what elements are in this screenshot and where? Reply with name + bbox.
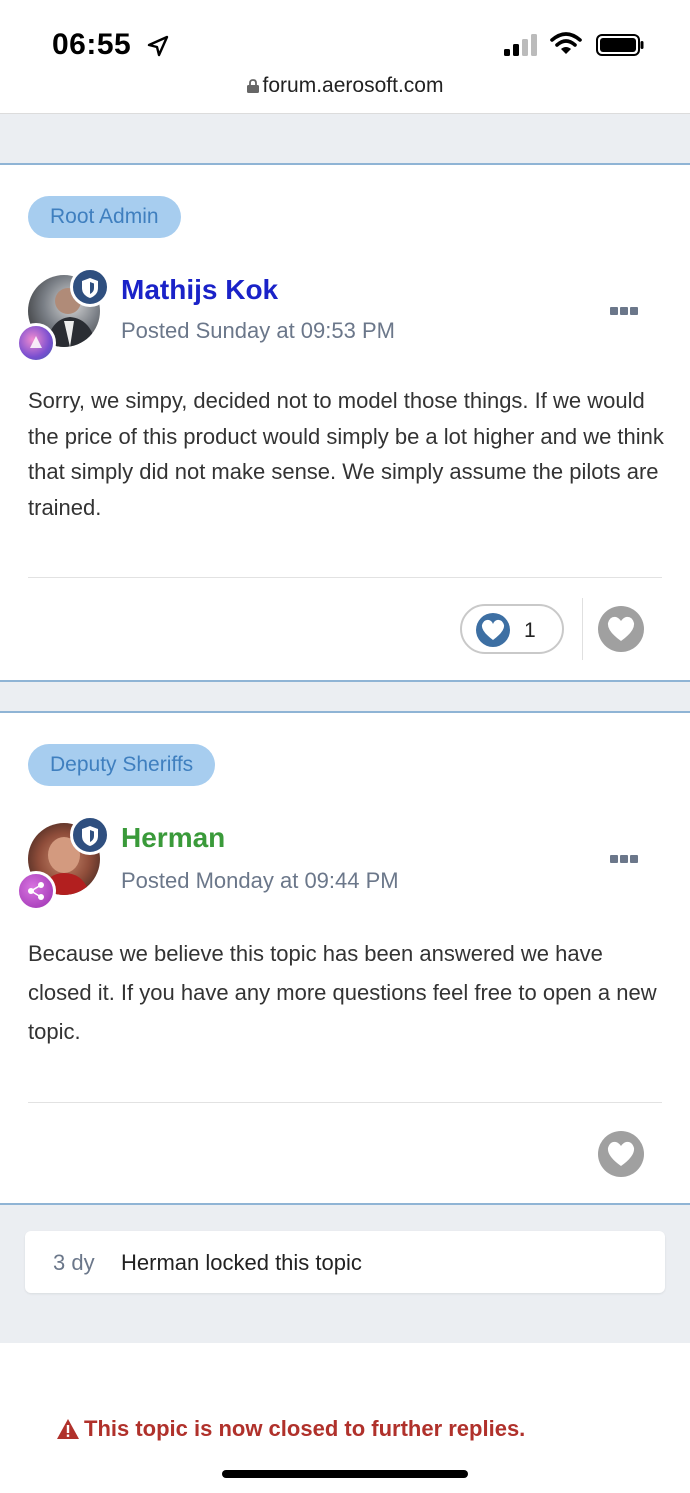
reaction-count: 1 <box>524 619 536 642</box>
post-body: Because we believe this topic has been a… <box>28 941 657 1044</box>
author-name[interactable]: Herman <box>121 822 225 854</box>
closed-notice: This topic is now closed to further repl… <box>56 1416 525 1442</box>
post: Deputy Sheriffs Herman Posted Monday at … <box>0 711 690 1205</box>
author-name[interactable]: Mathijs Kok <box>121 274 278 306</box>
url-text: forum.aerosoft.com <box>262 74 444 97</box>
post-date[interactable]: Posted Monday at 09:44 PM <box>121 868 399 894</box>
rank-icon <box>16 323 56 363</box>
activity-time[interactable]: 3 dy <box>53 1250 95 1276</box>
shield-icon <box>70 815 110 855</box>
lock-icon <box>246 79 259 93</box>
warning-icon <box>57 1419 79 1439</box>
battery-icon <box>596 34 644 56</box>
home-indicator[interactable] <box>222 1470 468 1478</box>
role-badge: Deputy Sheriffs <box>28 744 216 786</box>
heart-icon[interactable] <box>598 1131 644 1177</box>
divider <box>582 598 583 660</box>
activity-item: 3 dy Herman locked this topic <box>25 1231 665 1293</box>
heart-icon[interactable] <box>598 606 644 652</box>
location-arrow-icon <box>147 35 169 57</box>
signal-icon <box>504 34 537 56</box>
activity-text: Herman locked this topic <box>121 1250 362 1275</box>
heart-icon <box>476 613 510 647</box>
role-badge: Root Admin <box>28 196 181 238</box>
wifi-icon <box>550 32 582 54</box>
divider <box>28 577 662 578</box>
more-icon[interactable] <box>610 302 642 315</box>
post-body: Sorry, we simpy, decided not to model th… <box>28 388 664 520</box>
reaction-summary[interactable]: 1 <box>460 604 564 654</box>
more-icon[interactable] <box>610 850 642 863</box>
divider <box>28 1102 662 1103</box>
shield-icon <box>70 267 110 307</box>
address-bar[interactable]: forum.aerosoft.com <box>0 74 690 98</box>
closed-notice-text: This topic is now closed to further repl… <box>84 1416 526 1441</box>
status-bar: 06:55 forum.aerosoft.com <box>0 0 690 114</box>
share-icon <box>16 871 56 911</box>
post-date[interactable]: Posted Sunday at 09:53 PM <box>121 318 395 344</box>
status-time: 06:55 <box>52 28 132 61</box>
post: Root Admin Mathijs Kok Posted Sunday at … <box>0 163 690 682</box>
